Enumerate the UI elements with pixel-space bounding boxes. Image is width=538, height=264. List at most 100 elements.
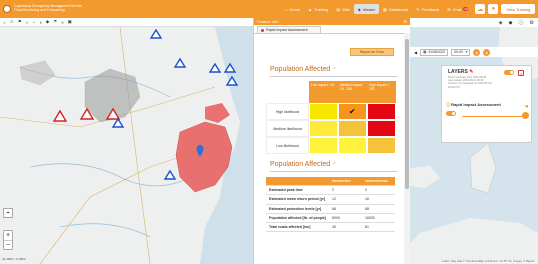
map-canvas (0, 27, 253, 264)
cems-logo[interactable] (3, 5, 11, 13)
layers-icon[interactable]: ▣ (68, 19, 72, 25)
signal-icon[interactable]: ◔ (32, 20, 35, 25)
map-attribution[interactable]: Leaflet | Map data © OpenStreetMap contr… (440, 260, 536, 263)
previous-icon[interactable]: ◀ (414, 50, 417, 55)
check-icon: ✔ (349, 107, 356, 116)
map-toolbar: ⌂ ⚠ ⚑ ≈ ◔ ◑ ◆ ☂ ϟ ▣ (0, 18, 253, 27)
warning-icon[interactable]: ⚠ (10, 19, 14, 25)
feedback-icon: ✎ (416, 6, 420, 12)
next-button[interactable]: ▸ (483, 48, 491, 56)
matrix-cell (338, 120, 367, 137)
user-icon[interactable]: ● (488, 4, 499, 14)
matrix-cell (367, 137, 396, 154)
time-bar: ◀ ▦ 31/08/2022 00:00 ▾ ▸ ▸ (410, 47, 538, 57)
table-header-row: PROTECTED UNPROTECTED (266, 177, 395, 187)
gear-icon[interactable]: ⚙ (403, 19, 407, 24)
scrollbar-thumb[interactable] (405, 39, 409, 189)
table-header: UNPROTECTED (362, 177, 395, 186)
nav-viewer[interactable]: ◈ Viewer (353, 4, 379, 14)
matrix-row-header: Medium likelihood (266, 120, 309, 137)
table-row: Estimated protection levels [yr] 68 68 (266, 205, 395, 214)
overview-toolbar: ◈ ◆ ⓘ ⚙ (410, 18, 538, 27)
zoom-control: + − (3, 230, 13, 250)
opacity-slider-handle[interactable] (522, 112, 529, 119)
overview-map[interactable]: ◈ ◆ ⓘ ⚙ ◀ ▦ 31/08/2022 00:00 ▾ ▸ ▸ LAYER… (410, 18, 538, 264)
chevron-up-icon: ⌃ (332, 162, 337, 168)
calendar-icon: ▦ (423, 50, 427, 54)
table-row: Estimated peak time 2 2 (266, 186, 395, 196)
storm-icon[interactable]: ϟ (61, 20, 63, 25)
nav-training[interactable]: ▲ Training (304, 4, 332, 14)
matrix-cell (338, 137, 367, 154)
layer-meta: Flood Summary from 2022-08-30 Last updat… (448, 76, 492, 89)
play-button[interactable]: ▸ (473, 48, 481, 56)
view-training-button[interactable]: View Training (501, 4, 536, 14)
nav-feedback[interactable]: ✎ Feedback (412, 4, 443, 14)
matrix-cell (309, 137, 338, 154)
zoom-out-button[interactable]: − (4, 240, 12, 249)
brand-line-2: Flood Monitoring and Forecasting (14, 8, 65, 12)
locate-icon[interactable]: ⌖ (3, 208, 13, 218)
book-icon: ▤ (336, 6, 341, 12)
map-icon[interactable]: ◈ (499, 20, 503, 26)
section-title-table[interactable]: Population Affected ⌃ (270, 161, 336, 168)
nav-dashboard[interactable]: ▦ Dashboard (379, 4, 412, 14)
close-icon[interactable]: × (518, 70, 524, 76)
main-nav: ⌂ Home ▲ Training ▤ Wiki ◈ Viewer ▦ Dashboard… (281, 4, 472, 14)
layer-visibility-toggle[interactable] (504, 70, 514, 75)
matrix-cell (367, 103, 396, 120)
date-field[interactable]: ▦ 31/08/2022 (420, 48, 449, 56)
tab-rapid-impact-assessment[interactable]: Rapid Impact Assessment (257, 26, 321, 33)
chevron-up-icon: ⌃ (332, 67, 337, 73)
matrix-cell (309, 120, 338, 137)
layer-dot-icon (261, 28, 264, 32)
home-icon[interactable]: ⌂ (3, 20, 6, 25)
rain-icon[interactable]: ☂ (53, 19, 57, 25)
info-icon[interactable]: ⓘ (519, 19, 524, 26)
chat-icon: ✉ (447, 6, 451, 12)
time-field[interactable]: 00:00 ▾ (451, 48, 471, 56)
rapid-impact-toggle[interactable] (446, 111, 456, 116)
graduation-icon: ▲ (308, 6, 313, 12)
section-divider (270, 76, 398, 77)
matrix-row-header: High likelihood (266, 103, 309, 120)
map-icon: ◈ (357, 6, 361, 12)
wave-icon[interactable]: ≈ (26, 20, 28, 25)
top-navbar: Copernicus Emergency Management Service … (0, 0, 538, 18)
matrix-cell: ✔ (338, 103, 367, 120)
feature-info-title: Feature info (257, 19, 279, 24)
population-table: PROTECTED UNPROTECTED Estimated peak tim… (266, 177, 395, 233)
drop-icon[interactable]: ◆ (509, 20, 513, 26)
pin-icon: ✎ (469, 69, 474, 75)
opacity-slider[interactable] (462, 116, 528, 117)
gear-icon[interactable]: ⚙ (530, 20, 534, 26)
feature-info-panel: Feature info ⚙ Rapid Impact Assessment R… (253, 18, 410, 264)
nav-chat[interactable]: ✉ Chat 40 (443, 4, 472, 14)
home-icon: ⌂ (285, 6, 288, 12)
nav-wiki[interactable]: ▤ Wiki (332, 4, 353, 14)
feature-info-body: Report an Error Population Affected ⌃ Low… (254, 33, 404, 264)
zoom-in-button[interactable]: + (4, 231, 12, 240)
drop-icon[interactable]: ◆ (46, 19, 49, 25)
dashboard-icon: ▦ (382, 6, 387, 12)
flag-icon[interactable]: ⚑ (18, 19, 22, 25)
matrix-col-header: Low impact <15 (309, 81, 338, 103)
matrix-cell (309, 103, 338, 120)
coordinate-readout: 42.4083 / -0.4832 (2, 257, 26, 261)
gauge-icon[interactable]: ◑ (39, 20, 42, 25)
table-row: Population affected [Nr. of people] 5000 1… (266, 214, 395, 224)
layers-title: LAYERS ✎ (448, 69, 474, 75)
section-title-matrix[interactable]: Population Affected ⌃ (270, 66, 336, 73)
table-row: Estimated mean return period [yr] 12 16 (266, 195, 395, 205)
matrix-col-header: Medium impact 15 - 150 (338, 81, 367, 103)
hand-icon: ☚ (524, 104, 529, 110)
matrix-col-header: High impact > 150 (367, 81, 396, 103)
cloud-icon[interactable]: ☁ (475, 4, 486, 14)
matrix-row-header: Low likelihood (266, 137, 309, 154)
feature-info-header: Feature info ⚙ (254, 18, 410, 25)
main-map[interactable]: ⌖ + − 42.4083 / -0.4832 (0, 27, 253, 264)
nav-home[interactable]: ⌂ Home (281, 4, 304, 14)
report-error-button[interactable]: Report an Error (350, 48, 394, 56)
section-divider (270, 171, 398, 172)
layers-panel: LAYERS ✎ Flood Summary from 2022-08-30 L… (441, 65, 532, 143)
